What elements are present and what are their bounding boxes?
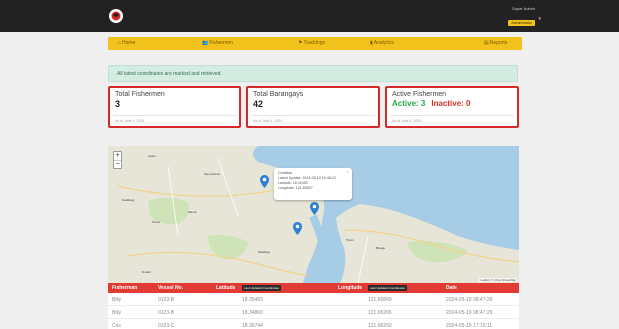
column-header-fisherman: Fisherman — [112, 285, 138, 291]
cell-longitude: 121.66250 — [368, 323, 392, 329]
map-place-label: Toran — [346, 238, 354, 242]
latitude-badge: Last Updated Coordinates — [242, 285, 281, 291]
table-row[interactable]: Billy 0123-B 18.35483 121.65869 2024-05-… — [108, 293, 519, 306]
nav-item-label: Fishermen — [209, 40, 233, 46]
cell-vessel: 0123-B — [158, 297, 175, 303]
card-title: Total Fishermen — [115, 91, 165, 98]
nav-item-label: Trackings — [303, 40, 325, 46]
card-title: Total Barangays — [253, 91, 304, 98]
chart-icon: ▮ — [370, 40, 373, 46]
card-footer: As of June 4, 2024 — [115, 119, 145, 123]
zoom-out-button[interactable]: − — [114, 160, 121, 168]
map-attribution[interactable]: Leaflet | © OpenStreetMap — [479, 278, 517, 282]
cell-date: 2024-05-19 08:47:29 — [446, 297, 493, 303]
card-divider — [113, 115, 236, 116]
card-value: 42 — [253, 99, 264, 109]
nav-item-label: Home — [122, 40, 136, 46]
cell-fisherman: Cris — [112, 323, 121, 329]
card-footer: As of June 4, 2024 — [253, 119, 283, 123]
home-icon: ⌂ — [118, 40, 122, 46]
alert-text: All latest coordinates are marked and re… — [117, 71, 222, 77]
nav-item-reports[interactable]: ▤Reports — [484, 40, 507, 46]
cell-longitude: 121.65869 — [368, 297, 392, 303]
popup-longitude: Longitude: 121.65827 — [278, 186, 313, 190]
map-marker-icon[interactable] — [260, 175, 269, 188]
cell-fisherman: Billy — [112, 310, 122, 316]
map-place-label: San Antonio — [204, 172, 221, 176]
alert-banner: All latest coordinates are marked and re… — [108, 65, 518, 82]
chevron-down-icon: ▾ — [538, 16, 541, 22]
user-role-badge: Administrator — [508, 20, 535, 26]
users-icon: 👥 — [202, 40, 209, 46]
cell-date: 2024-05-19 08:47:29 — [446, 310, 493, 316]
card-divider — [251, 115, 375, 116]
inactive-count: Inactive: 0 — [431, 99, 471, 108]
card-title: Active Fishermen — [392, 91, 447, 98]
cell-fisherman: Billy — [112, 297, 122, 303]
map-place-label: Punta — [152, 220, 160, 224]
table-header: Fisherman Vessel No. Latitude Last Updat… — [108, 283, 519, 293]
map-place-label: Bisagu — [376, 246, 386, 250]
card-total-barangays: Total Barangays 42 As of June 4, 2024 — [246, 86, 380, 128]
user-name: Super Admin — [512, 6, 535, 11]
card-active-fishermen: Active Fishermen Active: 3 Inactive: 0 As… — [385, 86, 519, 128]
logo-icon — [109, 9, 123, 23]
report-icon: ▤ — [484, 40, 489, 46]
nav-item-analytics[interactable]: ▮Analytics — [370, 40, 394, 46]
map-place-label: Paddaya — [258, 250, 270, 254]
map-place-label: Aparri — [148, 154, 157, 158]
nav-item-label: Analytics — [373, 40, 394, 46]
table-row[interactable]: Billy 0123-B 18.34860 121.65265 2024-05-… — [108, 306, 519, 319]
active-status: Active: 3 Inactive: 0 — [392, 99, 512, 108]
column-header-date: Date — [446, 285, 457, 291]
nav-item-home[interactable]: ⌂Home — [118, 40, 135, 46]
map-view[interactable]: + − × Christian Latest Update: 2024-05-1… — [108, 146, 519, 283]
nav-item-fishermen[interactable]: 👥Fishermen — [202, 40, 233, 46]
cell-longitude: 121.65265 — [368, 310, 392, 316]
column-header-longitude: Longitude — [338, 285, 363, 291]
active-count: Active: 3 — [392, 99, 426, 108]
nav-bar: ⌂Home 👥Fishermen ⚑Trackings ▮Analytics ▤… — [108, 37, 522, 50]
user-menu[interactable]: Super Admin Administrator ▾ — [508, 6, 541, 29]
cell-vessel: 0123-B — [158, 310, 175, 316]
top-bar: Super Admin Administrator ▾ — [0, 0, 619, 32]
card-footer: As of June 4, 2024 — [392, 119, 422, 123]
cell-date: 2024-05-19 17:15:11 — [446, 323, 493, 329]
zoom-control: + − — [113, 151, 122, 169]
zoom-in-button[interactable]: + — [114, 152, 121, 160]
marker-popup: × Christian Latest Update: 2024-05-19 16… — [274, 168, 352, 200]
column-header-latitude: Latitude — [216, 285, 236, 291]
close-icon[interactable]: × — [347, 169, 349, 174]
map-marker-icon[interactable] — [293, 222, 302, 235]
nav-item-label: Reports — [489, 40, 508, 46]
map-marker-icon[interactable] — [310, 202, 319, 215]
nav-item-trackings[interactable]: ⚑Trackings — [298, 40, 325, 46]
map-place-label: Maura — [188, 210, 197, 214]
map-place-label: Dodan — [142, 270, 151, 274]
card-divider — [390, 115, 514, 116]
card-value: 3 — [115, 99, 121, 109]
map-place-label: Gaddang — [122, 198, 135, 202]
cell-vessel: 0123-C — [158, 323, 175, 329]
location-icon: ⚑ — [298, 40, 303, 46]
card-total-fishermen: Total Fishermen 3 As of June 4, 2024 — [108, 86, 241, 128]
longitude-badge: Last Updated Coordinates — [368, 285, 407, 291]
column-header-vessel: Vessel No. — [158, 285, 184, 291]
cell-latitude: 18.36744 — [242, 323, 263, 329]
cell-latitude: 18.35483 — [242, 297, 263, 303]
cell-latitude: 18.34860 — [242, 310, 263, 316]
table-row[interactable]: Cris 0123-C 18.36744 121.66250 2024-05-1… — [108, 319, 519, 329]
coordinates-table: Fisherman Vessel No. Latitude Last Updat… — [108, 283, 519, 329]
